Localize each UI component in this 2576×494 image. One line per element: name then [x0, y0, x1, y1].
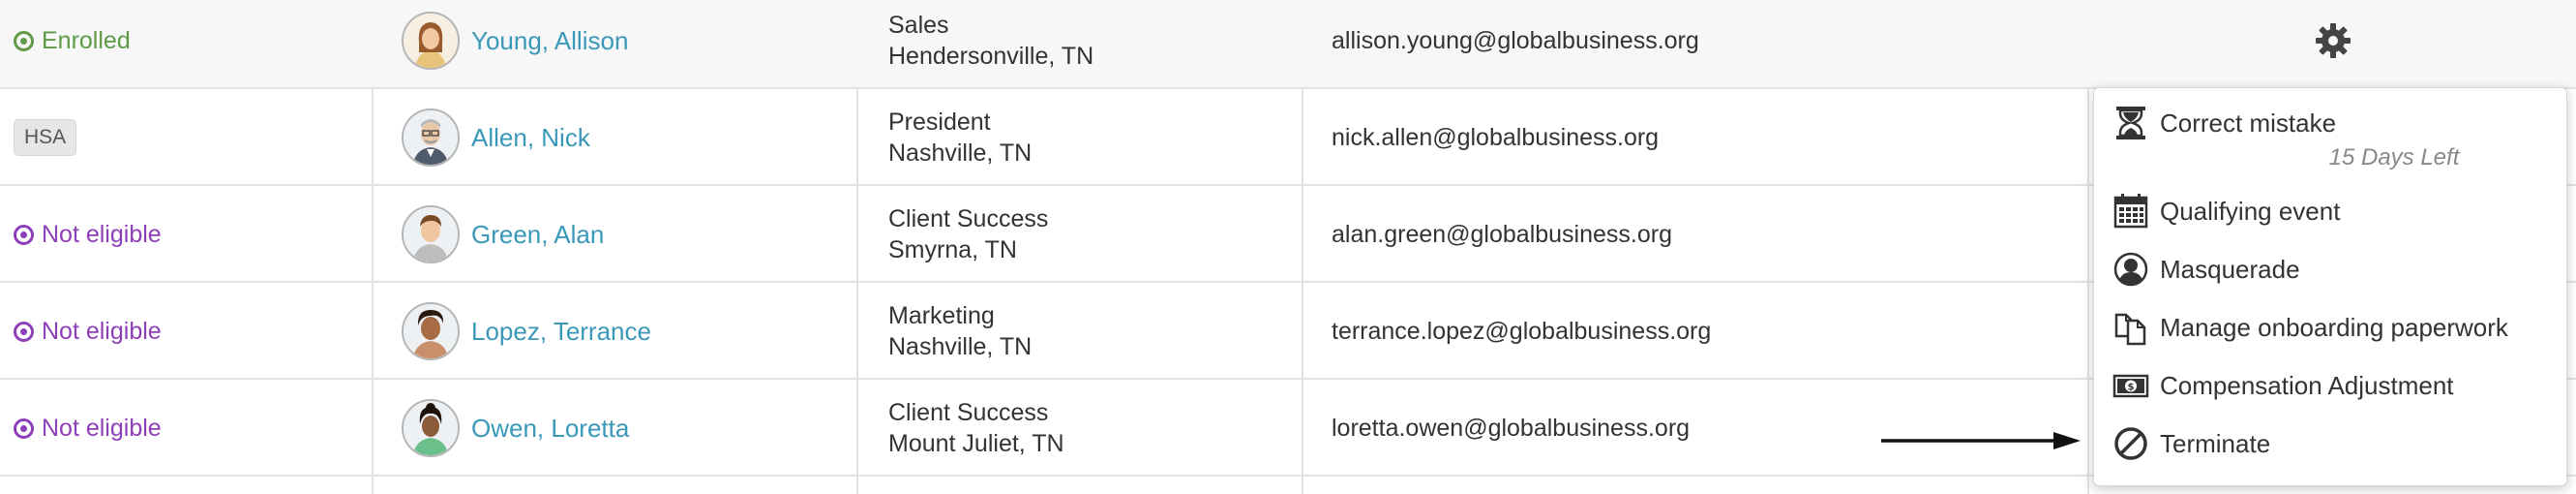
email-address: nick.allen@globalbusiness.org — [1332, 123, 1660, 151]
ban-icon — [2112, 424, 2150, 463]
name-cell: Green, Alan — [402, 186, 847, 283]
employee-name-link[interactable]: Lopez, Terrance — [471, 317, 651, 347]
department-cell: Client Success Smyrna, TN — [888, 186, 1304, 283]
menu-item-label: Masquerade — [2160, 254, 2300, 284]
radio-dot-icon — [14, 321, 34, 342]
svg-text:$: $ — [2128, 383, 2135, 393]
avatar[interactable] — [402, 399, 460, 457]
arrow-right-icon — [1881, 432, 2081, 449]
documents-icon — [2112, 308, 2150, 347]
menu-item-label: Qualifying event — [2160, 196, 2341, 226]
name-cell: Lopez, Terrance — [402, 283, 847, 380]
name-cell: Allen, Nick — [402, 89, 847, 186]
table-row: Enrolled Young, Allison Sales Hendersonv… — [0, 0, 2576, 89]
status-label: Enrolled — [42, 26, 131, 54]
radio-dot-icon — [14, 30, 34, 51]
department-cell: President Nashville, TN — [888, 89, 1304, 186]
email-address: allison.young@globalbusiness.org — [1332, 26, 1699, 54]
hsa-badge: HSA — [14, 119, 77, 156]
status-not-eligible: Not eligible — [14, 221, 162, 249]
email-cell: terrance.lopez@globalbusiness.org — [1332, 283, 2077, 380]
employee-name-link[interactable]: Young, Allison — [471, 26, 628, 56]
location-label: Mount Juliet, TN — [888, 430, 1064, 457]
menu-item-label: Manage onboarding paperwork — [2160, 312, 2508, 342]
actions-dropdown-menu: Correct mistake 15 Days Left Qualifying … — [2093, 87, 2567, 486]
name-cell: Young, Allison — [402, 0, 847, 89]
email-cell: allison.young@globalbusiness.org — [1332, 0, 2077, 89]
menu-item-correct-mistake[interactable]: Correct mistake — [2112, 102, 2336, 144]
banknote-icon: $ — [2112, 366, 2150, 405]
menu-item-label: Correct mistake — [2160, 108, 2337, 138]
menu-item-label: Compensation Adjustment — [2160, 370, 2454, 400]
menu-item-label: Terminate — [2160, 428, 2271, 458]
department-cell: Client Success Mount Juliet, TN — [888, 380, 1304, 477]
status-enrolled: Enrolled — [14, 27, 131, 55]
hourglass-icon — [2112, 104, 2150, 142]
location-label: Nashville, TN — [888, 333, 1033, 360]
status-label: Not eligible — [42, 220, 162, 248]
email-address: alan.green@globalbusiness.org — [1332, 220, 1673, 248]
avatar[interactable] — [402, 108, 460, 167]
status-cell: HSA — [14, 89, 372, 186]
email-address: loretta.owen@globalbusiness.org — [1332, 414, 1691, 442]
department-cell: Sales Hendersonville, TN — [888, 0, 1304, 89]
menu-item-compensation-adjustment[interactable]: $ Compensation Adjustment — [2112, 364, 2454, 407]
gear-icon[interactable] — [2314, 21, 2352, 60]
status-label: Not eligible — [42, 317, 162, 345]
actions-cell — [2090, 0, 2576, 89]
radio-dot-icon — [14, 417, 34, 439]
status-cell: Not eligible — [14, 186, 372, 283]
department-label: President — [888, 108, 991, 136]
department-label: Client Success — [888, 399, 1049, 426]
menu-item-terminate[interactable]: Terminate — [2112, 422, 2270, 465]
department-cell: Marketing Nashville, TN — [888, 283, 1304, 380]
department-label: Client Success — [888, 205, 1049, 232]
status-cell: Not eligible — [14, 283, 372, 380]
location-label: Hendersonville, TN — [888, 43, 1094, 70]
status-not-eligible: Not eligible — [14, 318, 162, 346]
avatar[interactable] — [402, 302, 460, 360]
email-cell: alan.green@globalbusiness.org — [1332, 186, 2077, 283]
menu-item-qualifying-event[interactable]: Qualifying event — [2112, 190, 2340, 232]
employee-name-link[interactable]: Green, Alan — [471, 220, 604, 250]
avatar[interactable] — [402, 205, 460, 263]
menu-item-masquerade[interactable]: Masquerade — [2112, 248, 2300, 291]
name-cell: Owen, Loretta — [402, 380, 847, 477]
menu-item-manage-onboarding-paperwork[interactable]: Manage onboarding paperwork — [2112, 306, 2508, 349]
employee-name-link[interactable]: Owen, Loretta — [471, 414, 629, 444]
email-cell: nick.allen@globalbusiness.org — [1332, 89, 2077, 186]
calendar-icon — [2112, 192, 2150, 231]
days-left-note: 15 Days Left — [2328, 144, 2460, 170]
department-label: Marketing — [888, 302, 995, 329]
location-label: Nashville, TN — [888, 139, 1033, 167]
status-cell: Enrolled — [14, 0, 372, 89]
email-cell: loretta.owen@globalbusiness.org — [1332, 380, 2077, 477]
location-label: Smyrna, TN — [888, 236, 1017, 263]
employee-name-link[interactable]: Allen, Nick — [471, 123, 590, 153]
department-label: Sales — [888, 12, 949, 39]
email-address: terrance.lopez@globalbusiness.org — [1332, 317, 1712, 345]
radio-dot-icon — [14, 224, 34, 245]
status-cell: Not eligible — [14, 380, 372, 477]
status-not-eligible: Not eligible — [14, 415, 162, 443]
status-label: Not eligible — [42, 414, 162, 442]
avatar[interactable] — [402, 12, 460, 70]
user-circle-icon — [2112, 250, 2150, 289]
